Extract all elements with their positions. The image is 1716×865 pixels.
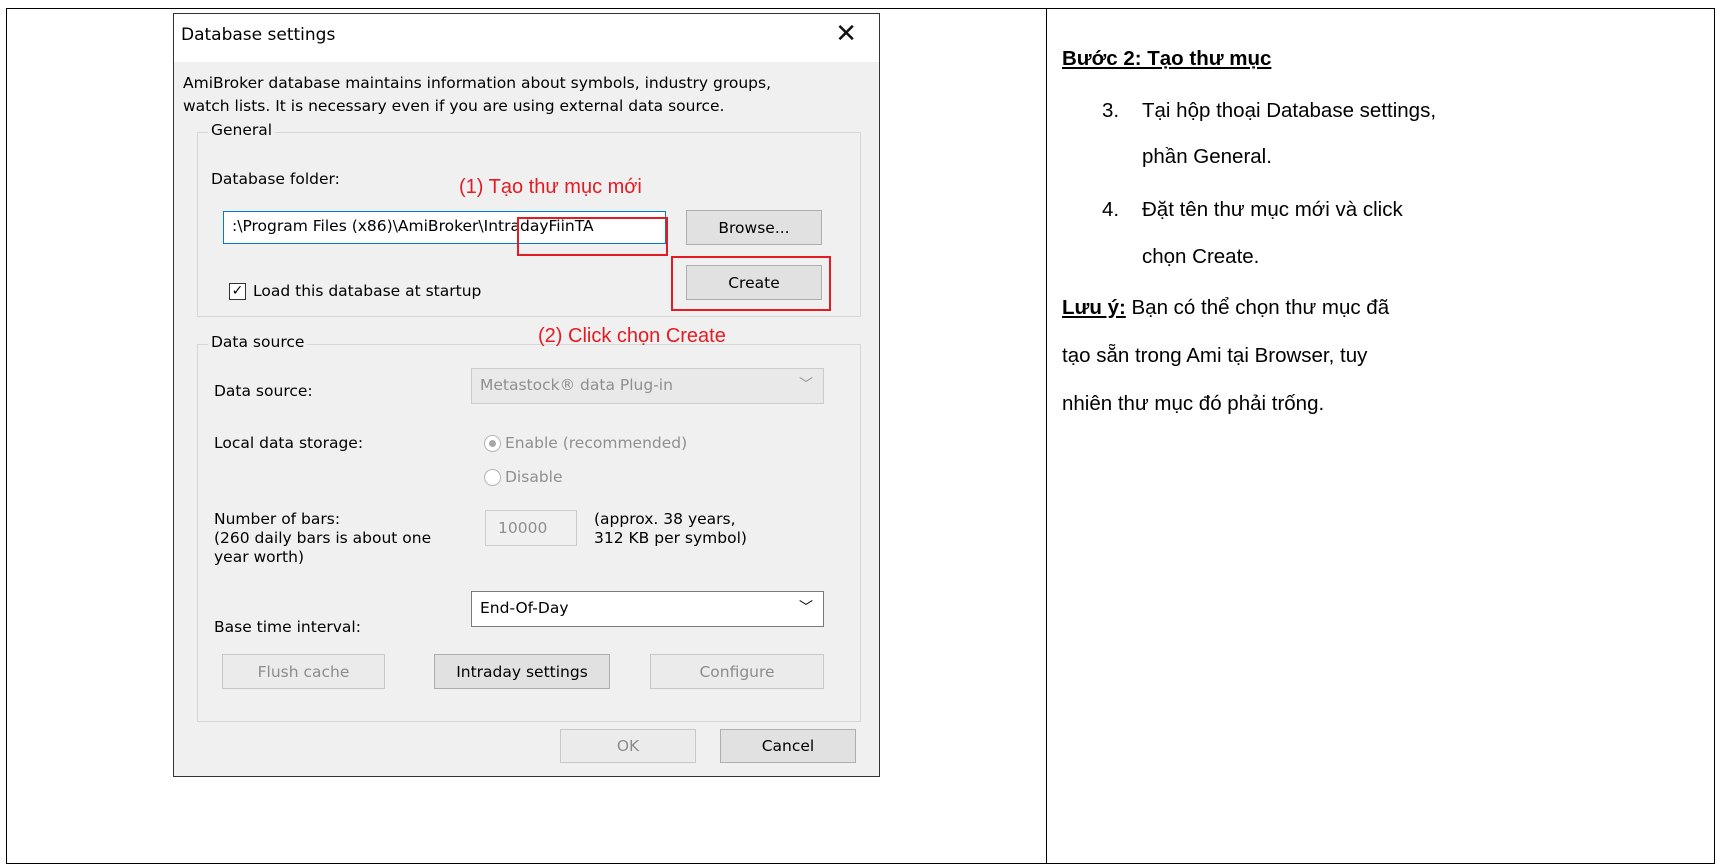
interval-value: End-Of-Day [480,599,569,617]
description-line-1: AmiBroker database maintains information… [183,74,772,92]
note-text-1: Bạn có thể chọn thư mục đã [1125,296,1390,319]
data-source-value: Metastock® data Plug-in [480,376,673,394]
disable-label: Disable [505,468,563,486]
table-divider [1046,8,1047,864]
item-4-line-2: chọn Create. [1142,245,1260,268]
note-line-1: Lưu ý: Bạn có thể chọn thư mục đã [1062,296,1389,320]
enable-radio [484,435,501,452]
load-startup-checkbox[interactable]: ✓ [229,283,246,300]
item-3-line-1: Tại hộp thoại Database settings, [1142,99,1437,122]
item-3-line-2: phần General. [1142,145,1272,168]
annotation-step-1: (1) Tạo thư mục mới [459,176,642,198]
enable-label: Enable (recommended) [505,434,688,452]
dialog-title: Database settings [181,25,336,45]
bars-note-line-2: 312 KB per symbol) [594,529,747,547]
create-highlight [671,256,831,311]
flush-cache-button[interactable]: Flush cache [222,654,385,689]
general-group-label: General [208,121,276,139]
annotation-step-2: (2) Click chọn Create [538,325,726,347]
cancel-button[interactable]: Cancel [720,729,856,763]
instructions-heading: Bước 2: Tạo thư mục [1062,47,1272,70]
bars-note: (approx. 38 years, 312 KB per symbol) [594,510,747,548]
chevron-down-icon: ﹀ [799,377,813,393]
bars-input: 10000 [485,510,577,546]
configure-button[interactable]: Configure [650,654,824,689]
disable-radio [484,469,501,486]
bars-note-line-1: (approx. 38 years, [594,510,736,528]
description-line-2: watch lists. It is necessary even if you… [183,97,725,115]
title-bar: Database settings ✕ [174,14,879,62]
close-icon[interactable]: ✕ [835,21,857,47]
note-line-2: tạo sẵn trong Ami tại Browser, tuy [1062,344,1368,367]
bars-label-line-3: year worth) [214,548,304,566]
note-line-3: nhiên thư mục đó phải trống. [1062,392,1325,415]
new-folder-highlight [517,217,668,256]
browse-button[interactable]: Browse... [686,210,822,245]
intraday-settings-button[interactable]: Intraday settings [434,654,610,689]
database-folder-label: Database folder: [211,170,340,188]
chevron-down-icon: ﹀ [799,600,813,616]
bars-label-line-1: Number of bars: [214,510,341,528]
data-source-group-label: Data source [208,333,308,351]
local-storage-label: Local data storage: [214,434,364,452]
bars-label-line-2: (260 daily bars is about one [214,529,432,547]
data-source-select: Metastock® data Plug-in ﹀ [471,368,824,404]
item-4-line-1: Đặt tên thư mục mới và click [1142,198,1403,221]
item-4-number: 4. [1102,198,1120,221]
data-source-label: Data source: [214,382,313,400]
load-startup-label[interactable]: Load this database at startup [253,282,481,300]
interval-select[interactable]: End-Of-Day ﹀ [471,591,824,627]
note-label: Lưu ý: [1062,296,1126,319]
interval-label: Base time interval: [214,618,361,636]
bars-label: Number of bars: (260 daily bars is about… [214,510,431,567]
database-settings-dialog: Database settings ✕ AmiBroker database m… [173,13,880,777]
ok-button[interactable]: OK [560,729,696,763]
dialog-description: AmiBroker database maintains information… [183,72,873,118]
item-3-number: 3. [1102,99,1120,122]
